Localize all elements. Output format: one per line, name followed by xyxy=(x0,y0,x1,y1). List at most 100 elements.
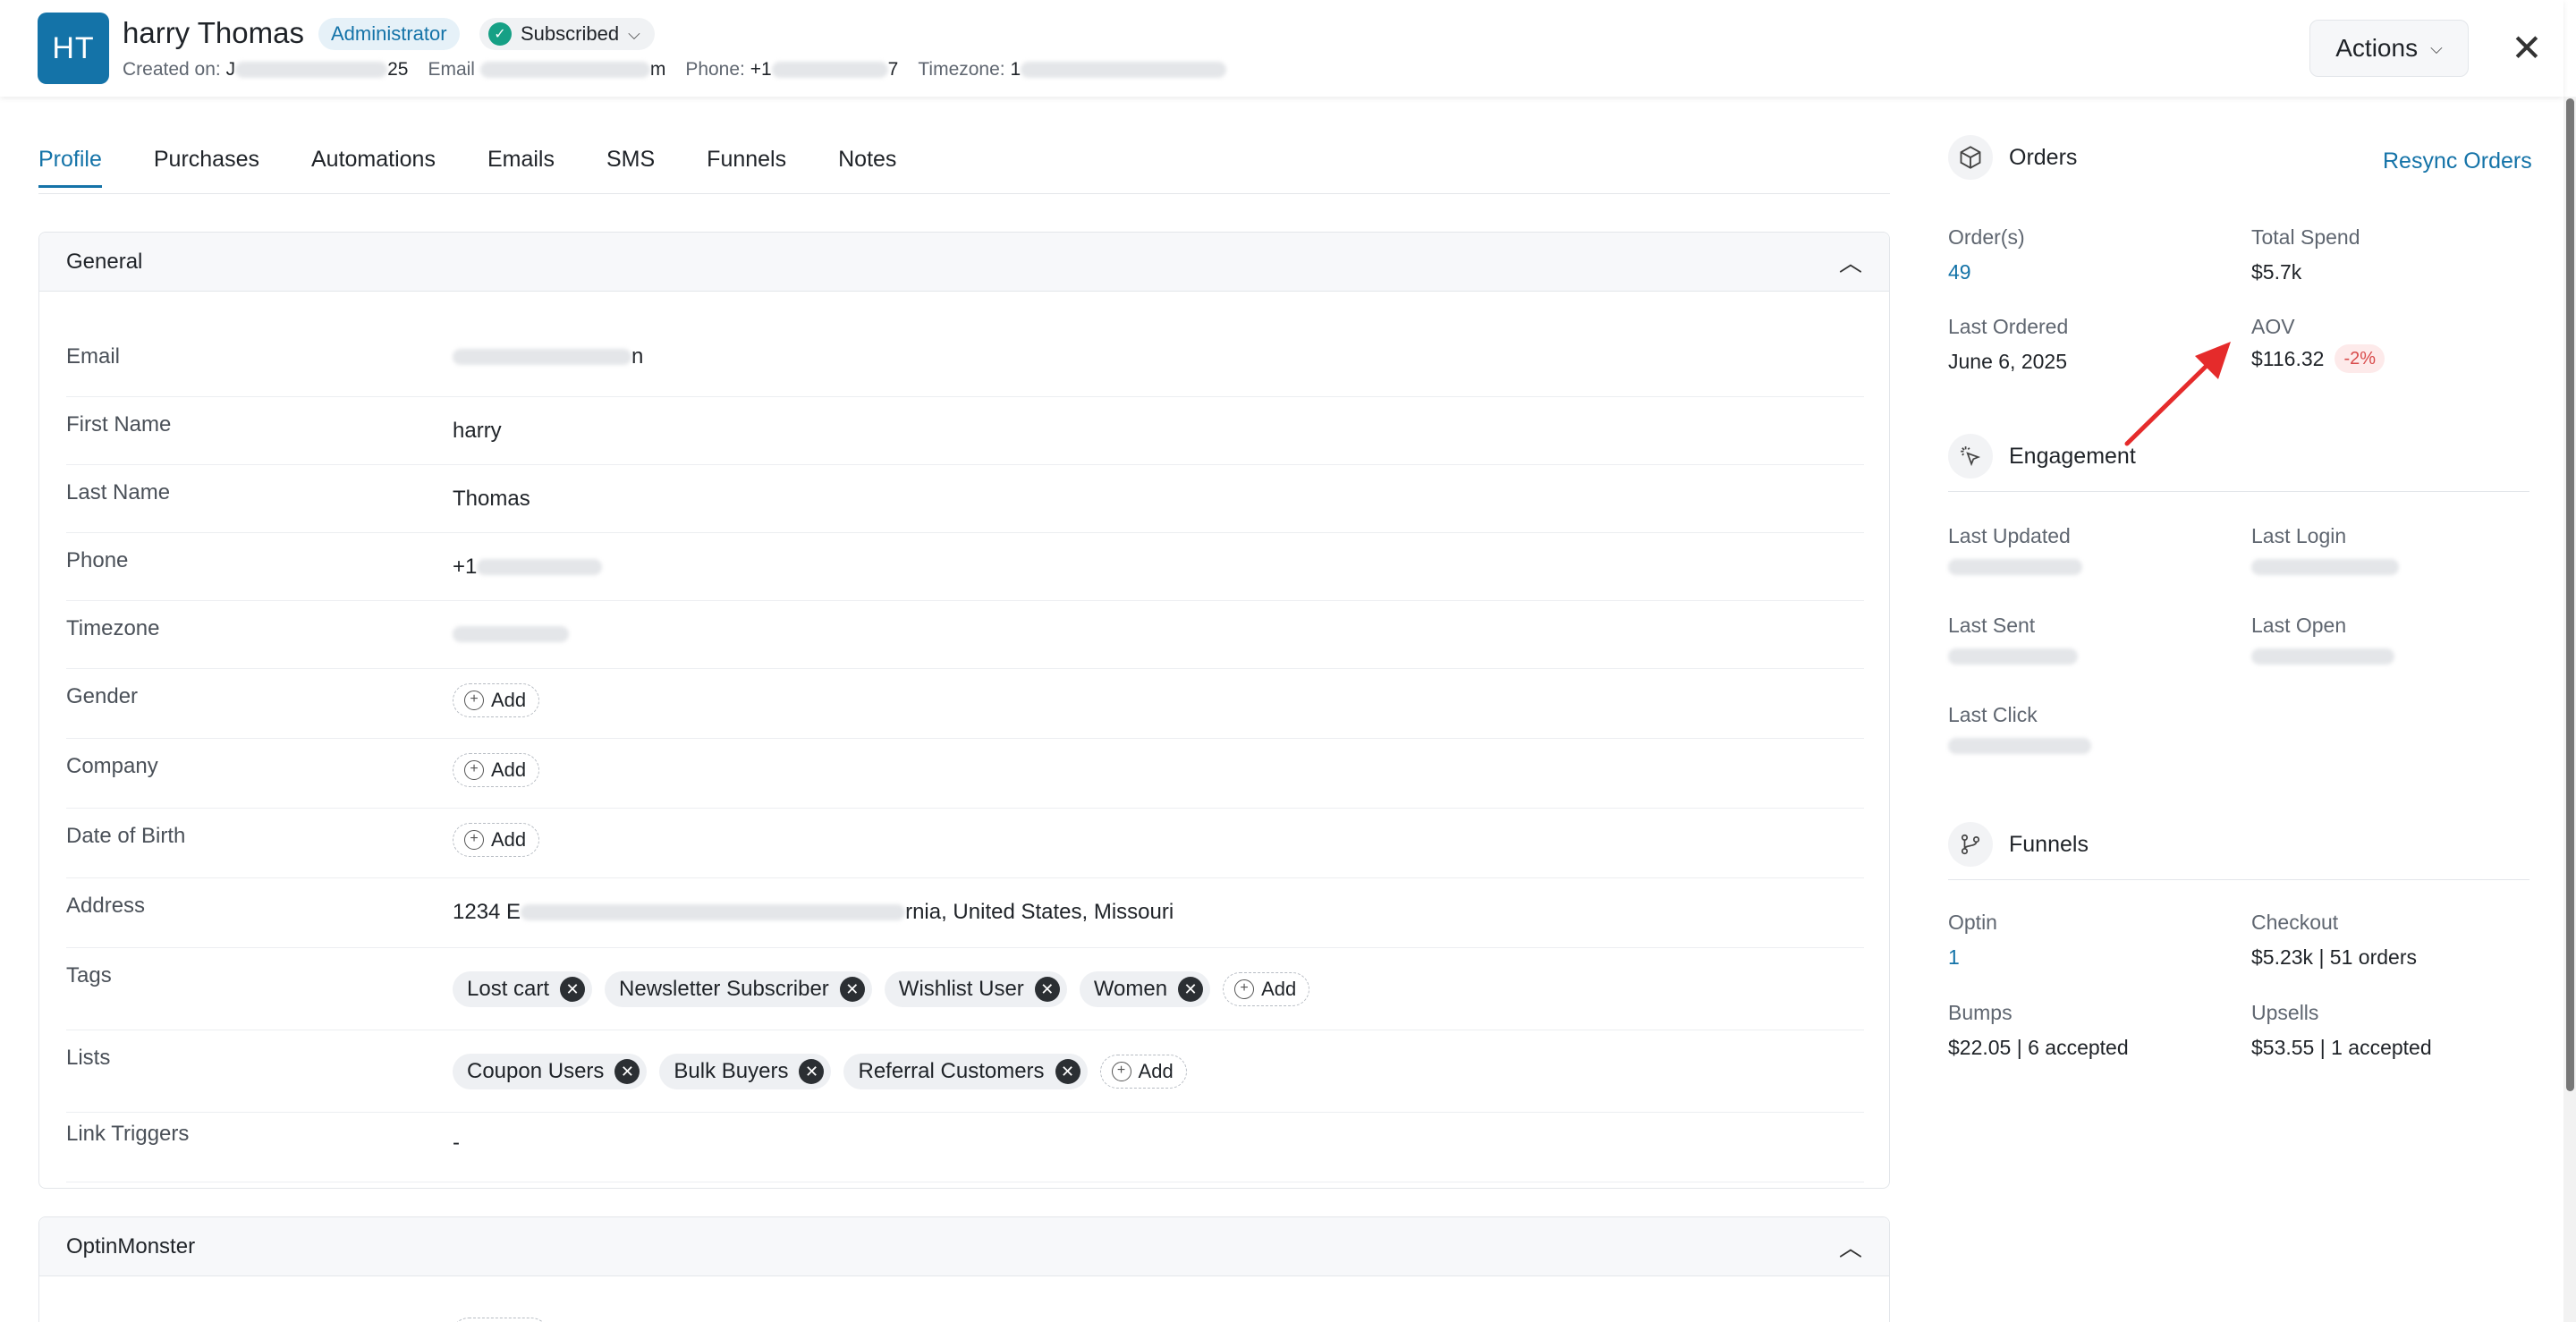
funnel-optin-label: Optin xyxy=(1948,911,1997,934)
funnels-section-header: Funnels xyxy=(1948,822,2089,867)
box-icon xyxy=(1948,135,1993,180)
git-branch-icon xyxy=(1948,822,1993,867)
field-value-address: 1234 Ernia, United States, Missouri xyxy=(453,900,1174,924)
funnel-upsells: Upsells $53.55 | 1 accepted xyxy=(2251,1001,2432,1060)
field-value-first-name: harry xyxy=(453,419,502,443)
tag-list: Lost cart ✕ Newsletter Subscriber ✕ Wishli… xyxy=(453,971,1310,1007)
add-tag-button[interactable]: + Add xyxy=(1223,972,1310,1006)
chevron-up-icon[interactable]: ︿ xyxy=(1839,245,1862,278)
funnels-divider xyxy=(1948,879,2529,880)
engagement-divider xyxy=(1948,491,2529,492)
last-click: Last Click xyxy=(1948,703,2091,754)
header-email: Email m xyxy=(428,59,666,80)
remove-icon[interactable]: ✕ xyxy=(839,977,865,1002)
add-date-of-birth-button[interactable]: + Add xyxy=(453,823,540,857)
field-label: Last Name xyxy=(66,480,171,504)
header-timezone: Timezone: 1 xyxy=(918,59,1227,81)
field-value-email: n xyxy=(453,344,643,369)
plus-icon: + xyxy=(1234,979,1255,999)
tag-chip: Women ✕ xyxy=(1079,971,1211,1007)
add-company-button[interactable]: + Add xyxy=(453,753,540,787)
orders-count: Order(s) 49 xyxy=(1948,225,2025,284)
engagement-title: Engagement xyxy=(2009,443,2136,469)
remove-icon[interactable]: ✕ xyxy=(799,1059,825,1084)
tab-funnels[interactable]: Funnels xyxy=(707,147,786,188)
list-chips: Coupon Users ✕ Bulk Buyers ✕ Referral Cust… xyxy=(453,1054,1187,1089)
tab-profile[interactable]: Profile xyxy=(38,147,102,188)
field-row-date-of-birth: Date of Birth + Add xyxy=(66,809,1864,878)
total-spend-label: Total Spend xyxy=(2251,225,2360,249)
remove-icon[interactable]: ✕ xyxy=(614,1059,640,1084)
field-value-dob: + Add xyxy=(453,823,540,857)
field-row-tags: Tags Lost cart ✕ Newsletter Subscriber ✕ W… xyxy=(66,948,1864,1030)
tag-chip: Wishlist User ✕ xyxy=(884,971,1067,1007)
optinmonster-card-header[interactable]: OptinMonster ︿ xyxy=(39,1217,1889,1276)
optinmonster-card: OptinMonster ︿ xyxy=(38,1216,1890,1322)
general-card-header[interactable]: General ︿ xyxy=(39,233,1889,292)
last-updated-label: Last Updated xyxy=(1948,524,2071,547)
orders-title: Orders xyxy=(2009,144,2078,170)
plus-icon: + xyxy=(464,760,484,780)
add-gender-button[interactable]: + Add xyxy=(453,683,540,717)
orders-count-link[interactable]: 49 xyxy=(1948,260,2025,284)
total-spend-value: $5.7k xyxy=(2251,260,2302,284)
last-sent-label: Last Sent xyxy=(1948,614,2036,637)
funnel-optin: Optin 1 xyxy=(1948,911,1997,970)
aov-delta-badge: -2% xyxy=(2334,344,2385,373)
tab-sms[interactable]: SMS xyxy=(606,147,655,188)
funnel-bumps: Bumps $22.05 | 6 accepted xyxy=(1948,1001,2129,1060)
add-list-button[interactable]: + Add xyxy=(1099,1055,1187,1089)
field-row-phone: Phone +1 xyxy=(66,533,1864,601)
total-spend: Total Spend $5.7k xyxy=(2251,225,2360,284)
funnel-upsells-label: Upsells xyxy=(2251,1001,2319,1024)
remove-icon[interactable]: ✕ xyxy=(1055,1059,1080,1084)
field-label: Lists xyxy=(66,1046,111,1070)
field-row-email: Email n xyxy=(66,329,1864,397)
remove-icon[interactable]: ✕ xyxy=(1178,977,1204,1002)
last-updated-value xyxy=(1948,559,2082,575)
tab-emails[interactable]: Emails xyxy=(487,147,555,188)
funnel-optin-link[interactable]: 1 xyxy=(1948,945,1997,970)
tab-automations[interactable]: Automations xyxy=(311,147,436,188)
field-row-address: Address 1234 Ernia, United States, Misso… xyxy=(66,878,1864,948)
plus-icon: + xyxy=(1111,1062,1131,1081)
chevron-up-icon[interactable]: ︿ xyxy=(1839,1230,1862,1263)
field-row-link-triggers: Link Triggers - xyxy=(66,1113,1864,1182)
field-value-gender: + Add xyxy=(453,683,540,717)
aov: AOV $116.32 -2% xyxy=(2251,315,2385,373)
remove-icon[interactable]: ✕ xyxy=(560,977,586,1002)
field-label: Link Triggers xyxy=(66,1122,190,1146)
plus-icon: + xyxy=(464,830,484,850)
resync-orders-link[interactable]: Resync Orders xyxy=(2383,148,2532,174)
subscription-status-label: Subscribed xyxy=(521,22,620,45)
funnel-checkout-label: Checkout xyxy=(2251,911,2339,934)
field-row-company: Company + Add xyxy=(66,739,1864,809)
tab-notes[interactable]: Notes xyxy=(838,147,896,188)
subscription-status-dropdown[interactable]: ✓ Subscribed ⌵ xyxy=(479,18,655,50)
field-label: Email xyxy=(66,344,121,369)
cursor-click-icon xyxy=(1948,434,1993,479)
field-label: Company xyxy=(66,754,158,778)
last-sent: Last Sent xyxy=(1948,614,2078,665)
funnel-bumps-label: Bumps xyxy=(1948,1001,2012,1024)
add-pill-partial[interactable] xyxy=(451,1318,549,1322)
contact-meta: Created on: J 25 Email m Phone: +1 7 Timez… xyxy=(123,59,1227,81)
last-open-value xyxy=(2251,648,2394,665)
aov-value-row: $116.32 -2% xyxy=(2251,344,2385,373)
close-icon[interactable]: ✕ xyxy=(2506,27,2547,69)
remove-icon[interactable]: ✕ xyxy=(1034,977,1060,1002)
field-row-gender: Gender + Add xyxy=(66,669,1864,739)
list-chip: Referral Customers ✕ xyxy=(843,1054,1088,1089)
scrollbar-thumb[interactable] xyxy=(2566,98,2574,1091)
field-value-link-triggers: - xyxy=(453,1131,460,1155)
list-chip: Coupon Users ✕ xyxy=(453,1054,648,1089)
tab-purchases[interactable]: Purchases xyxy=(154,147,259,188)
last-open: Last Open xyxy=(2251,614,2394,665)
engagement-section-header: Engagement xyxy=(1948,434,2136,479)
actions-button[interactable]: Actions ⌵ xyxy=(2309,20,2469,77)
tabs-divider xyxy=(38,193,1890,194)
field-row-timezone: Timezone xyxy=(66,601,1864,669)
last-login: Last Login xyxy=(2251,524,2399,575)
profile-header: HT harry Thomas Administrator ✓ Subscrib… xyxy=(0,0,2563,97)
field-row-lists: Lists Coupon Users ✕ Bulk Buyers ✕ Referra… xyxy=(66,1030,1864,1113)
